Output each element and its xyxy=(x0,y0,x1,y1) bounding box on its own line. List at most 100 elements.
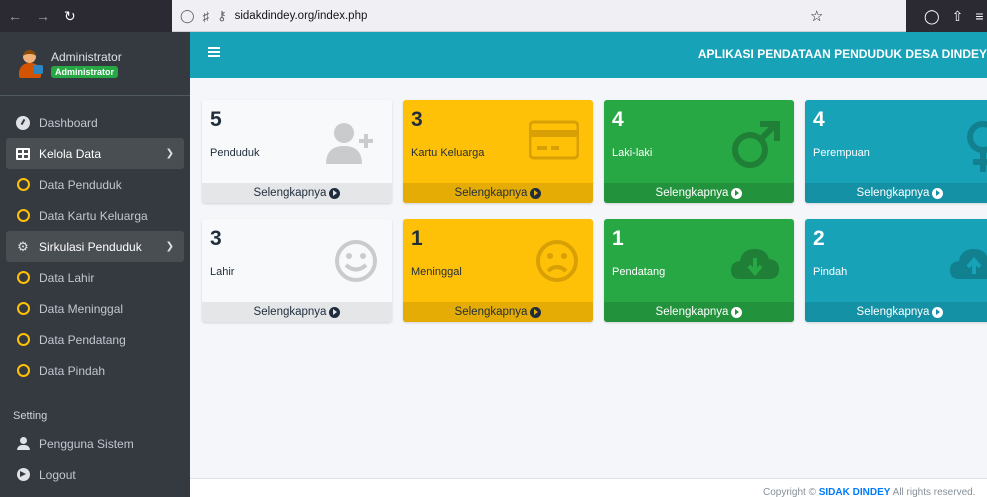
hamburger-menu-icon[interactable] xyxy=(208,47,220,57)
circle-icon xyxy=(16,271,30,284)
arrow-circle-right-icon xyxy=(932,187,944,199)
card-more-link[interactable]: Selengkapnya xyxy=(805,183,987,203)
card-value: 2 xyxy=(813,227,825,250)
card-perempuan: 4 Perempuan Selengkapnya xyxy=(805,100,987,203)
card-value: 5 xyxy=(210,108,222,131)
sidebar-item-label: Sirkulasi Penduduk xyxy=(39,239,142,254)
pocket-icon[interactable]: ◯ xyxy=(924,8,940,25)
arrow-circle-right-icon xyxy=(731,187,743,199)
card-pendatang: 1 Pendatang Selengkapnya xyxy=(604,219,794,322)
card-label: Penduduk xyxy=(210,147,260,159)
card-more-link[interactable]: Selengkapnya xyxy=(604,183,794,203)
table-icon xyxy=(16,147,30,160)
card-penduduk: 5 Penduduk Selengkapnya xyxy=(202,100,392,203)
card-value: 3 xyxy=(210,227,222,250)
more-link-label: Selengkapnya xyxy=(454,306,528,318)
card-label: Pindah xyxy=(813,266,848,278)
arrow-circle-right-icon xyxy=(530,306,542,318)
card-label: Perempuan xyxy=(813,147,870,159)
chevron-down-icon: ❯ xyxy=(165,148,174,159)
more-link-label: Selengkapnya xyxy=(253,187,327,199)
dashboard-content: 5 Penduduk Selengkapnya 3 Kartu Keluarga… xyxy=(190,78,987,497)
address-bar[interactable]: ◯ ♯ ⚷ sidakdindey.org/index.php xyxy=(172,4,840,28)
shield-icon: ◯ xyxy=(180,8,195,23)
arrow-circle-right-icon xyxy=(731,306,743,318)
sidebar-item-label: Logout xyxy=(39,467,76,482)
card-lahir: 3 Lahir Selengkapnya xyxy=(202,219,392,322)
more-link-label: Selengkapnya xyxy=(856,187,930,199)
chevron-down-icon: ❯ xyxy=(165,241,174,252)
card-kartu-keluarga: 3 Kartu Keluarga Selengkapnya xyxy=(403,100,593,203)
card-more-link[interactable]: Selengkapnya xyxy=(403,183,593,203)
arrow-circle-right-icon xyxy=(329,187,341,199)
sidebar-item-label: Data Meninggal xyxy=(39,301,124,316)
page-footer: Copyright © SIDAK DINDEY All rights rese… xyxy=(190,478,987,497)
sidebar-item-label: Kelola Data xyxy=(39,146,102,161)
card-laki-laki: 4 Laki-laki Selengkapnya xyxy=(604,100,794,203)
card-more-link[interactable]: Selengkapnya xyxy=(403,302,593,322)
sidebar-item-data-penduduk[interactable]: Data Penduduk xyxy=(0,169,190,200)
sidebar-item-dashboard[interactable]: Dashboard xyxy=(0,107,190,138)
key-icon: ⚷ xyxy=(217,8,227,23)
circle-icon xyxy=(16,209,30,222)
sidebar-item-sirkulasi-penduduk[interactable]: ⚙ Sirkulasi Penduduk ❯ xyxy=(6,231,184,262)
sidebar-item-data-pindah[interactable]: Data Pindah xyxy=(0,355,190,386)
permissions-icon[interactable]: ♯ xyxy=(203,9,210,24)
share-icon[interactable]: ⇧ xyxy=(952,8,964,25)
sidebar-item-label: Pengguna Sistem xyxy=(39,436,134,451)
card-more-link[interactable]: Selengkapnya xyxy=(805,302,987,322)
sidebar-item-label: Data Kartu Keluarga xyxy=(39,208,148,223)
circle-icon xyxy=(16,333,30,346)
card-value: 1 xyxy=(411,227,423,250)
card-more-link[interactable]: Selengkapnya xyxy=(202,302,392,322)
copyright-brand-link[interactable]: SIDAK DINDEY xyxy=(819,487,891,497)
more-link-label: Selengkapnya xyxy=(253,306,327,318)
more-link-label: Selengkapnya xyxy=(454,187,528,199)
menu-icon[interactable]: ≡ xyxy=(975,8,983,24)
sidebar-item-logout[interactable]: Logout xyxy=(0,459,190,490)
arrow-circle-right-icon xyxy=(530,187,542,199)
sidebar-item-data-meninggal[interactable]: Data Meninggal xyxy=(0,293,190,324)
sidebar-item-label: Data Pendatang xyxy=(39,332,126,347)
sidebar-item-data-lahir[interactable]: Data Lahir xyxy=(0,262,190,293)
url-text[interactable]: sidakdindey.org/index.php xyxy=(235,10,368,22)
card-value: 4 xyxy=(813,108,825,131)
browser-toolbar: ← → ↻ ◯ ♯ ⚷ sidakdindey.org/index.php ☆ … xyxy=(0,0,987,32)
bookmark-star-icon[interactable]: ☆ xyxy=(810,7,823,25)
more-link-label: Selengkapnya xyxy=(655,187,729,199)
credit-card-icon xyxy=(528,120,580,165)
circle-icon xyxy=(16,302,30,315)
app-title: APLIKASI PENDATAAN PENDUDUK DESA DINDEY xyxy=(697,47,987,61)
copyright-prefix: Copyright © xyxy=(763,487,816,497)
cloud-download-icon xyxy=(730,245,780,288)
cogs-icon: ⚙ xyxy=(17,238,29,254)
sidebar-item-data-kartu-keluarga[interactable]: Data Kartu Keluarga xyxy=(0,200,190,231)
sidebar-item-kelola-data[interactable]: Kelola Data ❯ xyxy=(6,138,184,169)
browser-nav-buttons: ← → ↻ xyxy=(0,0,172,32)
user-name[interactable]: Administrator xyxy=(51,50,122,64)
sidebar-item-label: Data Penduduk xyxy=(39,177,122,192)
sidebar-menu: Dashboard Kelola Data ❯ Data Penduduk Da… xyxy=(0,96,190,490)
sidebar-item-pengguna-sistem[interactable]: Pengguna Sistem xyxy=(0,428,190,459)
card-more-link[interactable]: Selengkapnya xyxy=(202,183,392,203)
card-value: 3 xyxy=(411,108,423,131)
top-navbar: APLIKASI PENDATAAN PENDUDUK DESA DINDEY xyxy=(190,32,987,78)
tachometer-icon xyxy=(16,115,30,130)
arrow-circle-right-icon xyxy=(16,468,30,481)
role-badge: Administrator xyxy=(51,65,119,78)
copyright-text: Copyright © SIDAK DINDEY All rights rese… xyxy=(763,487,975,497)
female-icon xyxy=(963,120,987,179)
sidebar-item-label: Data Lahir xyxy=(39,270,95,285)
card-value: 4 xyxy=(612,108,624,131)
back-icon[interactable]: ← xyxy=(8,8,22,24)
avatar xyxy=(17,49,43,79)
circle-icon xyxy=(16,364,30,377)
smile-icon xyxy=(334,239,378,288)
card-more-link[interactable]: Selengkapnya xyxy=(604,302,794,322)
user-icon xyxy=(16,437,30,450)
forward-icon[interactable]: → xyxy=(36,8,50,24)
sidebar-item-data-pendatang[interactable]: Data Pendatang xyxy=(0,324,190,355)
reload-icon[interactable]: ↻ xyxy=(64,8,76,25)
card-label: Lahir xyxy=(210,266,235,278)
menu-header-setting: Setting xyxy=(13,410,48,422)
